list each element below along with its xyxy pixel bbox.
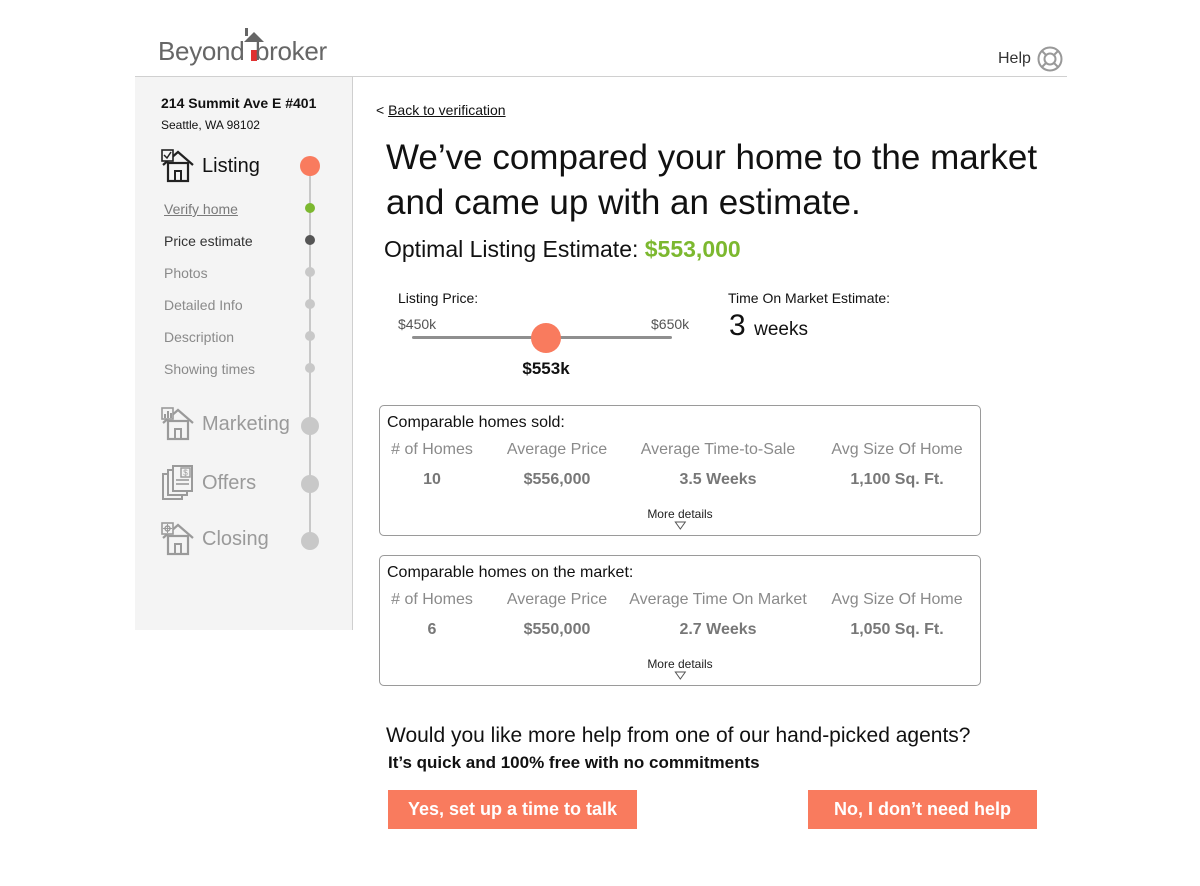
agent-help-subtitle: It’s quick and 100% free with no commitm… [388,753,760,772]
section-dot-marketing [301,417,319,435]
step-dot-description [305,331,315,341]
card-title: Comparable homes sold: [387,414,565,431]
section-label-listing: Listing [202,154,260,177]
price-slider-handle[interactable] [530,323,561,353]
section-closing[interactable]: Closing [160,521,269,557]
house-chart-icon [161,407,194,441]
col-value-homes: 10 [423,471,441,488]
sidebar: 214 Summit Ave E #401 Seattle, WA 98102 … [135,77,353,630]
time-on-market-value: 3 weeks [729,309,808,343]
slider-min-label: $450k [398,316,437,332]
help-button[interactable]: Help [998,46,1063,72]
section-label-marketing: Marketing [202,412,290,435]
col-value-price: $550,000 [523,621,591,638]
section-dot-closing [301,532,319,550]
col-header-size: Avg Size Of Home [831,441,963,458]
col-value-size: 1,050 Sq. Ft. [850,621,944,638]
col-header-price: Average Price [506,591,608,608]
step-detailed-info[interactable]: Detailed Info [164,297,243,313]
card-title: Comparable homes on the market: [387,564,634,581]
svg-text:$: $ [183,469,188,478]
col-value-homes: 6 [427,621,437,638]
house-gear-icon [161,522,194,556]
comparable-market-card: Comparable homes on the market: # of Hom… [379,555,981,686]
section-listing[interactable]: Listing [160,148,260,184]
section-offers[interactable]: $ Offers [160,465,256,501]
estimate-label: Optimal Listing Estimate: [384,236,639,262]
step-photos[interactable]: Photos [164,265,208,281]
help-label: Help [998,50,1031,67]
tom-unit: weeks [754,319,808,340]
section-dot-offers [301,475,319,493]
brand-name-left: Beyond [158,36,245,66]
col-header-price: Average Price [506,441,608,458]
step-dot-price-estimate [305,235,315,245]
estimate-value: $553,000 [644,236,741,262]
more-details-toggle[interactable]: More details [647,657,713,680]
address-line2: Seattle, WA 98102 [161,118,260,132]
step-showing-times[interactable]: Showing times [164,361,255,377]
col-value-time: 2.7 Weeks [679,621,757,638]
col-header-homes: # of Homes [391,591,473,608]
step-dot-showing-times [305,363,315,373]
documents-dollar-icon: $ [162,465,193,500]
slider-value-label: $553k [522,359,570,378]
more-details-toggle[interactable]: More details [647,507,713,530]
back-to-verification-link[interactable]: < Back to verification [376,102,506,118]
optimal-estimate: Optimal Listing Estimate: $553,000 [384,236,741,263]
col-header-time: Average Time-to-Sale [640,441,796,458]
listing-price-label: Listing Price: [398,290,479,306]
step-dot-detailed-info [305,299,315,309]
address-line1: 214 Summit Ave E #401 [161,95,317,111]
more-details-label: More details [647,507,713,521]
comparable-sold-card: Comparable homes sold: # of Homes Averag… [379,405,981,536]
no-help-button[interactable]: No, I don’t need help [808,790,1037,829]
col-value-time: 3.5 Weeks [679,471,757,488]
time-on-market-label: Time On Market Estimate: [728,290,891,306]
house-checklist-icon [161,149,194,183]
step-description[interactable]: Description [164,329,234,345]
step-price-estimate[interactable]: Price estimate [164,233,253,249]
step-dot-verify-home [305,203,315,213]
section-marketing[interactable]: Marketing [160,406,290,442]
col-header-size: Avg Size Of Home [831,591,963,608]
step-verify-home[interactable]: Verify home [164,201,238,217]
slider-max-label: $650k [651,316,690,332]
col-value-size: 1,100 Sq. Ft. [850,471,944,488]
brand-name-right: broker [255,36,327,66]
agent-help-question: Would you like more help from one of our… [386,724,971,747]
section-label-offers: Offers [202,471,257,494]
col-header-time: Average Time On Market [629,591,807,608]
chevron-down-icon [674,671,686,680]
step-dot-photos [305,267,315,277]
lifebuoy-icon [1037,46,1063,72]
yes-talk-button[interactable]: Yes, set up a time to talk [388,790,637,829]
back-chevron: < [376,102,385,118]
section-dot-listing [300,156,320,176]
tom-number: 3 [729,309,746,342]
col-header-homes: # of Homes [391,441,473,458]
col-value-price: $556,000 [523,471,591,488]
chevron-down-icon [674,521,686,530]
back-link-label: Back to verification [388,102,506,118]
page-title: We’ve compared your home to the market a… [386,138,1038,222]
more-details-label: More details [647,657,713,671]
section-label-closing: Closing [202,527,269,550]
